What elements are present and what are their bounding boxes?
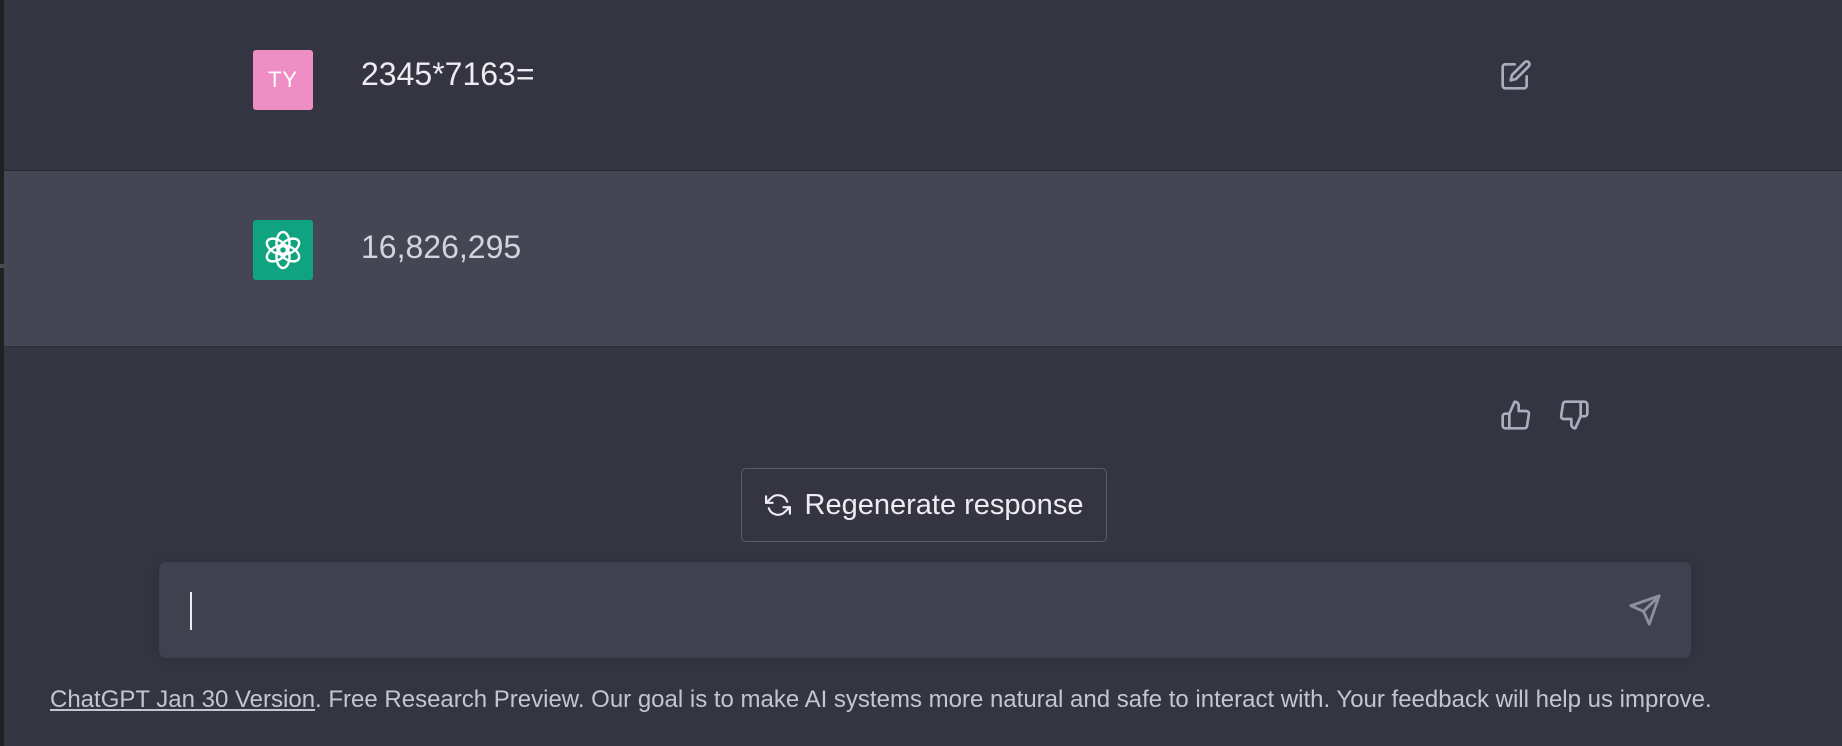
footer-disclaimer: ChatGPT Jan 30 Version. Free Research Pr… xyxy=(50,686,1712,714)
footer-text: . Free Research Preview. Our goal is to … xyxy=(315,686,1712,713)
openai-logo-icon xyxy=(253,220,313,280)
assistant-message-text: 16,826,295 xyxy=(361,229,522,265)
text-cursor xyxy=(190,592,192,630)
thumbs-up-icon[interactable] xyxy=(1498,397,1534,433)
message-composer xyxy=(159,562,1691,658)
thumbs-down-icon[interactable] xyxy=(1556,397,1592,433)
send-icon[interactable] xyxy=(1625,590,1665,630)
refresh-icon xyxy=(764,492,791,518)
regenerate-response-button[interactable]: Regenerate response xyxy=(741,468,1107,542)
edit-icon[interactable] xyxy=(1498,57,1534,93)
user-avatar: TY xyxy=(253,50,313,110)
user-avatar-initials: TY xyxy=(267,67,299,92)
regenerate-response-label: Regenerate response xyxy=(804,488,1084,521)
chat-app: TY 2345*7163= 16,826,295 Regenerate resp… xyxy=(0,0,1842,746)
user-message-row: TY 2345*7163= xyxy=(4,0,1842,171)
version-link[interactable]: ChatGPT Jan 30 Version xyxy=(50,686,315,713)
assistant-message-row: 16,826,295 xyxy=(4,171,1842,430)
user-message-text: 2345*7163= xyxy=(361,56,535,92)
message-input[interactable] xyxy=(191,592,1571,632)
